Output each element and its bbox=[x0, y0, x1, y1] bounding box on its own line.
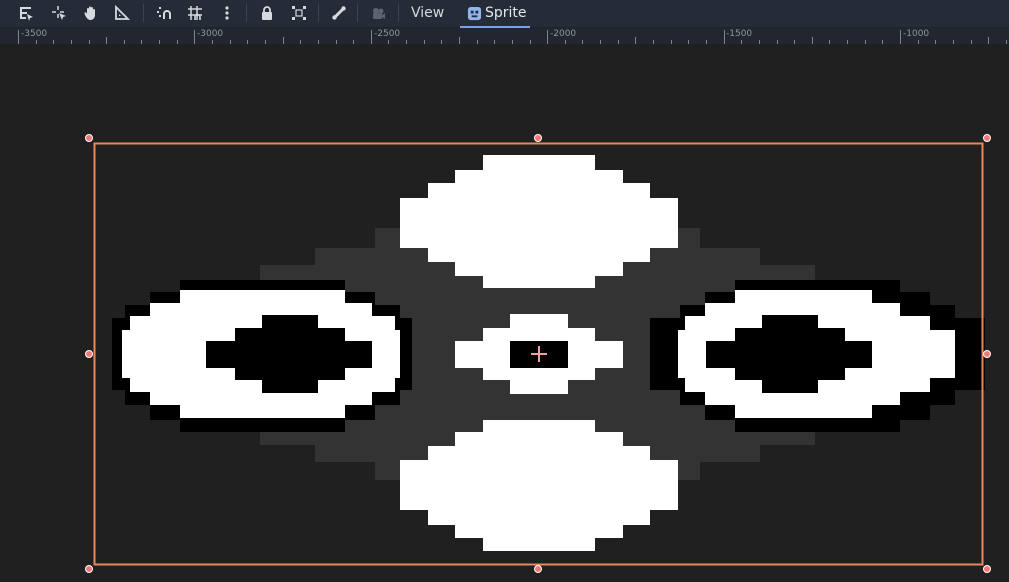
snap-options-button[interactable] bbox=[215, 2, 239, 24]
ruler-tool-button[interactable] bbox=[110, 2, 134, 24]
sprite-texture bbox=[112, 155, 985, 551]
toolbar-separator bbox=[143, 4, 144, 22]
canvas-viewport[interactable] bbox=[0, 44, 1009, 582]
ruler-icon bbox=[115, 5, 130, 20]
grid-snap-icon bbox=[188, 6, 202, 20]
resize-handle bbox=[983, 134, 991, 142]
toolbar-separator bbox=[246, 4, 247, 22]
view-menu[interactable]: View bbox=[411, 4, 444, 22]
select-tool-button[interactable] bbox=[14, 2, 38, 24]
camera-icon bbox=[373, 8, 385, 19]
sprite-menu[interactable]: Sprite bbox=[460, 0, 530, 28]
canvas-toolbar: View Sprite bbox=[0, 0, 1009, 28]
smart-snap-button[interactable] bbox=[152, 2, 176, 24]
resize-handle bbox=[85, 350, 93, 358]
resize-handle bbox=[85, 134, 93, 142]
sprite-icon bbox=[467, 6, 482, 21]
move-icon bbox=[52, 6, 66, 20]
pan-icon bbox=[84, 6, 95, 20]
ruler-label: -2000 bbox=[550, 29, 577, 39]
lock-icon bbox=[262, 6, 272, 20]
sprite-menu-label: Sprite bbox=[485, 5, 527, 21]
move-tool-button[interactable] bbox=[47, 2, 71, 24]
group-button[interactable] bbox=[287, 2, 311, 24]
ruler-label: -1500 bbox=[726, 29, 753, 39]
smart-snap-icon bbox=[157, 7, 171, 19]
resize-handle bbox=[983, 350, 991, 358]
ruler-label: -1000 bbox=[903, 29, 930, 39]
resize-handle bbox=[983, 565, 991, 573]
sprite-canvas bbox=[85, 134, 991, 573]
skeleton-button[interactable] bbox=[327, 2, 351, 24]
group-icon bbox=[292, 6, 306, 20]
pan-tool-button[interactable] bbox=[79, 2, 103, 24]
horizontal-ruler[interactable]: -3500 -3000 -2500 -2000 -1500 -1000 bbox=[0, 28, 1009, 44]
ruler-label: -2500 bbox=[374, 29, 401, 39]
ruler-ticks bbox=[18, 30, 1007, 44]
grid-snap-button[interactable] bbox=[183, 2, 207, 24]
lock-button[interactable] bbox=[255, 2, 279, 24]
select-icon bbox=[20, 7, 33, 21]
resize-handle bbox=[534, 565, 542, 573]
camera-button[interactable] bbox=[366, 2, 390, 24]
toolbar-separator bbox=[318, 4, 319, 22]
more-icon bbox=[225, 6, 229, 20]
toolbar-separator bbox=[357, 4, 358, 22]
resize-handle bbox=[85, 565, 93, 573]
toolbar-separator bbox=[398, 4, 399, 22]
ruler-label: -3500 bbox=[21, 29, 48, 39]
resize-handle bbox=[534, 134, 542, 142]
ruler-label: -3000 bbox=[197, 29, 224, 39]
skeleton-icon bbox=[332, 6, 346, 20]
